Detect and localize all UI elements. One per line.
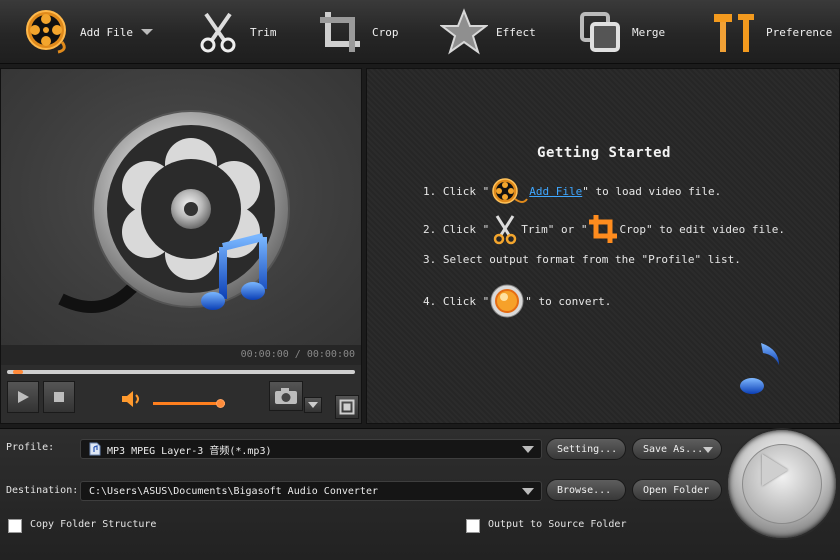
video-area	[1, 69, 361, 345]
profile-select[interactable]: MP3 MPEG Layer-3 音频(*.mp3)	[80, 439, 542, 459]
effect-button[interactable]: Effect	[440, 8, 536, 56]
chevron-down-icon	[308, 402, 318, 408]
chevron-down-icon	[522, 488, 534, 495]
output-to-source-label: Output to Source Folder	[488, 519, 627, 530]
volume-icon[interactable]	[121, 389, 143, 409]
destination-select[interactable]: C:\Users\ASUS\Documents\Bigasoft Audio C…	[80, 481, 542, 501]
play-button[interactable]	[7, 381, 39, 413]
step-2-trim: Trim" or "	[521, 222, 588, 236]
chevron-down-icon[interactable]	[140, 29, 153, 35]
fullscreen-icon	[339, 399, 355, 415]
play-icon	[762, 454, 788, 486]
step-4-prefix: 4. Click "	[423, 294, 490, 308]
step-4-suffix: " to convert.	[525, 294, 612, 308]
snapshot-button[interactable]	[269, 381, 303, 411]
step-2-prefix: 2. Click "	[423, 222, 490, 236]
snapshot-dropdown[interactable]	[304, 397, 322, 413]
browse-button[interactable]: Browse...	[546, 479, 626, 501]
volume-slider[interactable]	[153, 402, 225, 405]
toolbar: Add File Trim Crop Effect Merge Preferen…	[0, 0, 840, 64]
save-as-button-label: Save As...	[643, 443, 704, 455]
step-2-suffix: Crop" to edit video file.	[619, 222, 786, 236]
step-3-text: 3. Select output format from the "Profil…	[423, 253, 741, 266]
destination-label: Destination:	[6, 485, 79, 496]
chevron-down-icon	[522, 446, 534, 453]
output-settings-panel: Profile: MP3 MPEG Layer-3 音频(*.mp3) Sett…	[0, 428, 840, 560]
scissors-icon	[493, 215, 517, 245]
audio-file-icon	[89, 442, 101, 456]
seek-handle[interactable]	[13, 370, 23, 374]
merge-button[interactable]: Merge	[576, 8, 665, 56]
preview-panel: 00:00:00 / 00:00:00	[0, 68, 362, 424]
add-file-button[interactable]: Add File	[24, 8, 153, 56]
convert-icon	[490, 284, 524, 318]
copy-folder-structure-checkbox[interactable]	[8, 519, 22, 533]
destination-value: C:\Users\ASUS\Documents\Bigasoft Audio C…	[89, 485, 378, 497]
time-bar: 00:00:00 / 00:00:00	[1, 345, 361, 365]
scissors-icon	[200, 12, 236, 53]
play-icon	[18, 391, 29, 403]
step-1: 1. Click " Add File " to load video file…	[423, 177, 721, 205]
copy-folder-structure-label: Copy Folder Structure	[30, 519, 157, 530]
film-reel-logo-icon	[58, 110, 290, 313]
preference-label: Preference	[766, 25, 833, 39]
add-file-label: Add File	[80, 25, 133, 39]
music-note-icon	[740, 343, 779, 394]
film-reel-icon	[26, 10, 66, 54]
chevron-down-icon	[703, 447, 713, 453]
step-2: 2. Click " Trim" or " Crop" to edit vide…	[423, 213, 785, 245]
trim-button[interactable]: Trim	[194, 8, 277, 56]
convert-button[interactable]	[726, 428, 838, 540]
crop-icon	[589, 215, 618, 243]
output-to-source-checkbox[interactable]	[466, 519, 480, 533]
save-as-button[interactable]: Save As...	[632, 438, 722, 460]
time-display: 00:00:00 / 00:00:00	[240, 349, 355, 360]
crop-button[interactable]: Crop	[316, 8, 399, 56]
volume-handle[interactable]	[215, 399, 225, 408]
merge-icon	[580, 12, 620, 52]
open-folder-button[interactable]: Open Folder	[632, 479, 722, 501]
setting-button[interactable]: Setting...	[546, 438, 626, 460]
trim-label: Trim	[250, 25, 277, 39]
getting-started-panel: Getting Started 1. Click " Add File " to…	[366, 68, 840, 424]
star-icon	[440, 8, 488, 55]
crop-icon	[320, 12, 360, 52]
fullscreen-button[interactable]	[335, 395, 359, 419]
stop-button[interactable]	[43, 381, 75, 413]
seek-bar[interactable]	[7, 370, 355, 374]
profile-label: Profile:	[6, 442, 55, 453]
add-file-link[interactable]: Add File	[529, 185, 582, 198]
step-1-prefix: 1. Click "	[423, 184, 490, 198]
effect-label: Effect	[496, 25, 536, 39]
profile-value: MP3 MPEG Layer-3 音频(*.mp3)	[107, 445, 272, 457]
tools-icon	[714, 14, 754, 52]
open-folder-button-label: Open Folder	[643, 484, 710, 496]
step-4: 4. Click " " to convert.	[423, 283, 611, 319]
setting-button-label: Setting...	[557, 443, 618, 455]
browse-button-label: Browse...	[557, 484, 612, 496]
camera-icon	[275, 388, 297, 404]
merge-label: Merge	[632, 25, 666, 39]
step-1-suffix: " to load video file.	[582, 184, 722, 198]
getting-started-title: Getting Started	[537, 145, 671, 161]
step-3: 3. Select output format from the "Profil…	[423, 253, 741, 266]
stop-icon	[54, 392, 64, 402]
crop-label: Crop	[372, 25, 399, 39]
preference-button[interactable]: Preference	[710, 8, 832, 56]
film-reel-icon	[492, 178, 529, 204]
